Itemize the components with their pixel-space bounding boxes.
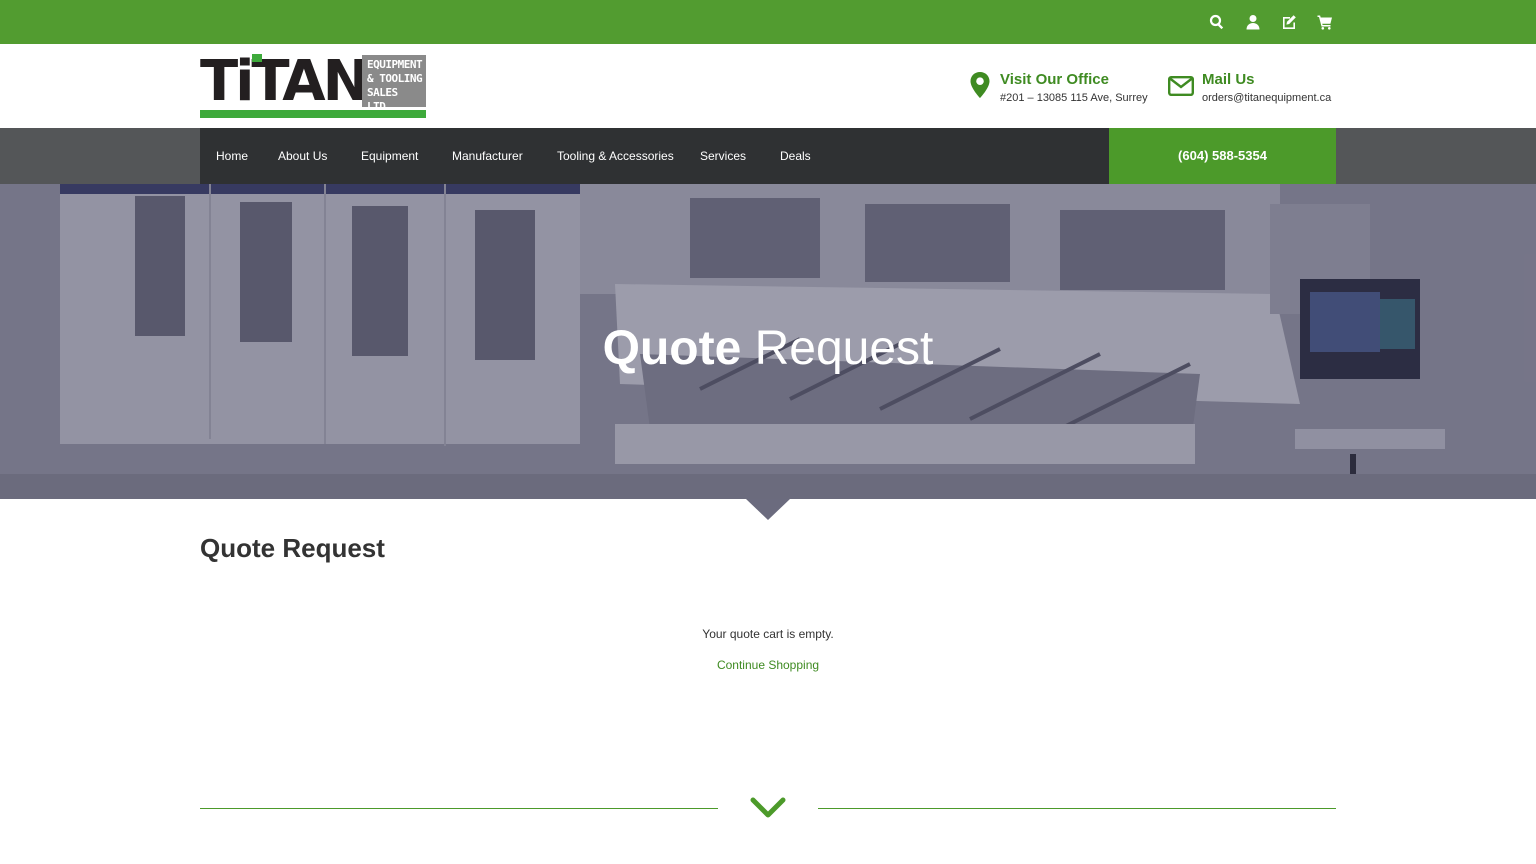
logo-wordmark: TiTAN [200,49,369,114]
nav-item-deals[interactable]: Deals [780,128,811,184]
search-icon[interactable] [1206,11,1228,33]
nav-item-equipment[interactable]: Equipment [361,128,418,184]
continue-shopping-link[interactable]: Continue Shopping [717,658,819,672]
logo-green-dot [252,54,262,62]
phone-button[interactable]: (604) 588-5354 [1109,128,1336,184]
office-address: #201 – 13085 115 Ave, Surrey [1000,92,1148,104]
cart-icon[interactable] [1314,11,1336,33]
hero-title: Quote Request [0,318,1536,380]
user-icon[interactable] [1242,11,1264,33]
nav-item-about-us[interactable]: About Us [278,128,327,184]
empty-cart-message: Your quote cart is empty. [702,627,834,641]
main-nav: Home About Us Equipment Manufacturer Too… [200,128,1109,184]
hero-banner: Quote Request [0,184,1536,499]
divider-line-right [818,808,1336,809]
utility-icons [1206,11,1336,33]
titan-logo[interactable]: TiTAN EQUIPMENT & TOOLING SALES LTD. [200,54,426,118]
hero-pointer-arrow [746,499,790,520]
map-pin-icon [966,72,994,100]
hero-title-bold: Quote [602,322,742,375]
mail-address: orders@titanequipment.ca [1202,92,1332,104]
office-title: Visit Our Office [1000,71,1109,88]
logo-tagline-box: EQUIPMENT & TOOLING SALES LTD. [362,55,426,113]
envelope-icon [1166,72,1196,100]
chevron-down-icon[interactable] [750,796,786,822]
mail-us-block[interactable]: Mail Us orders@titanequipment.ca [1166,72,1331,105]
nav-item-manufacturer[interactable]: Manufacturer [452,128,523,184]
hero-title-light: Request [754,322,934,375]
logo-tagline-line: EQUIPMENT [367,58,423,71]
nav-bar: Home About Us Equipment Manufacturer Too… [0,128,1536,184]
site-header: TiTAN EQUIPMENT & TOOLING SALES LTD. Vis… [0,44,1536,128]
nav-item-services[interactable]: Services [700,128,746,184]
divider-line-left [200,808,718,809]
nav-item-home[interactable]: Home [216,128,248,184]
visit-office-block[interactable]: Visit Our Office #201 – 13085 115 Ave, S… [966,72,1148,105]
nav-item-tooling-accessories[interactable]: Tooling & Accessories [557,128,674,184]
logo-underline-bar [200,110,426,118]
logo-tagline-line: & TOOLING [367,72,423,85]
page-title: Quote Request [200,533,385,563]
mail-title: Mail Us [1202,71,1255,88]
edit-icon[interactable] [1278,11,1300,33]
continue-shopping-wrapper: Continue Shopping [0,658,1536,672]
top-utility-bar [0,0,1536,44]
